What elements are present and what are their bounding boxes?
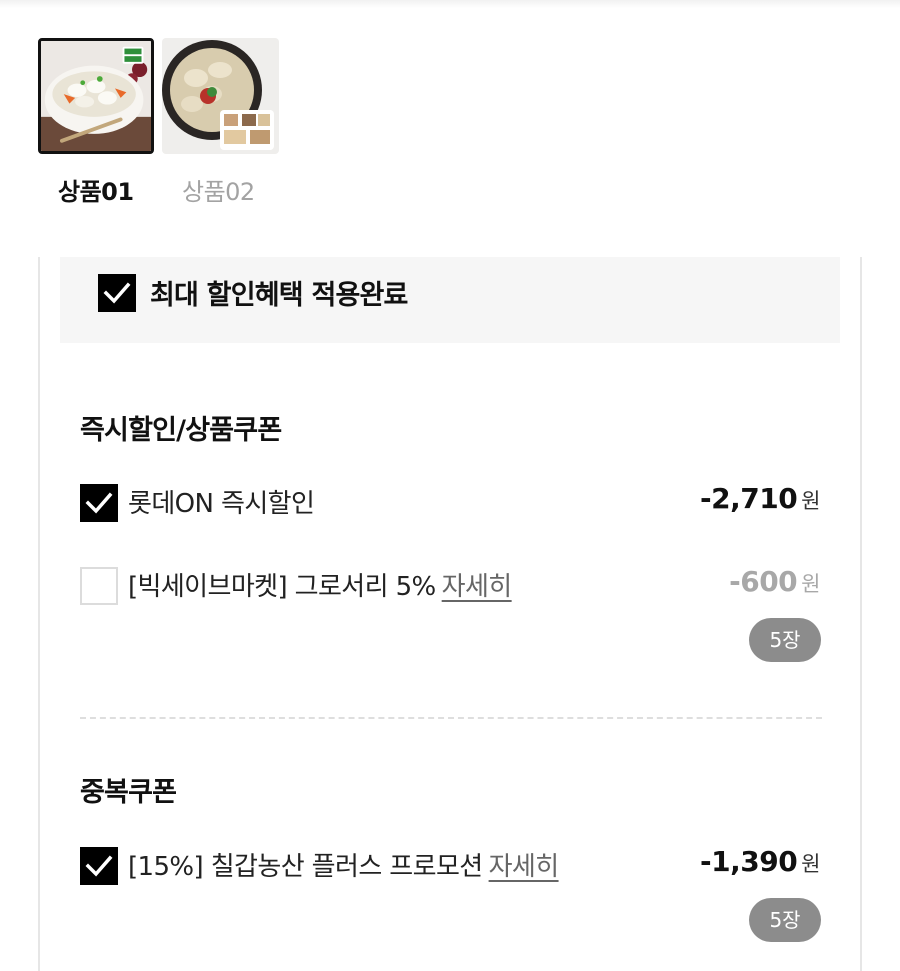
amount-unit: 원 — [801, 489, 820, 513]
coupon-name: [빅세이브마켓] 그로서리 5% — [128, 572, 436, 602]
max-discount-label: 최대 할인혜택 적용완료 — [150, 280, 408, 311]
top-divider — [0, 0, 900, 8]
coupon-page: 상품01 상품02 최대 할인혜택 적용완료 즉시할인/상품쿠폰 롯데ON 즉시… — [0, 0, 900, 971]
checkmark-icon — [85, 492, 113, 514]
coupon-detail-link[interactable]: 자세히 — [489, 852, 560, 882]
section-title-duplicate-coupon: 중복쿠폰 — [80, 777, 177, 808]
amount-value: -2,710 — [699, 482, 798, 515]
amount-unit: 원 — [801, 572, 820, 596]
coupon-label-lotteon: 롯데ON 즉시할인 — [128, 483, 315, 520]
section-title-instant-discount: 즉시할인/상품쿠폰 — [80, 415, 282, 446]
coupon-checkbox-grocery[interactable] — [80, 567, 118, 605]
coupon-checkbox-chilgap[interactable] — [80, 847, 118, 885]
product-label-2[interactable]: 상품02 — [182, 172, 255, 207]
coupon-amount-grocery: -600 원 — [729, 565, 820, 598]
product-thumbnail-1[interactable] — [38, 38, 154, 154]
max-discount-checkbox[interactable] — [98, 274, 136, 312]
coupon-label-grocery: [빅세이브마켓] 그로서리 5% 자세히 — [128, 566, 512, 603]
checkmark-icon — [103, 282, 131, 304]
checkmark-icon — [85, 855, 113, 877]
amount-unit: 원 — [801, 852, 820, 876]
coupon-checkbox-lotteon[interactable] — [80, 484, 118, 522]
dumpling-soup-bowl-photo-icon — [41, 41, 151, 151]
coupon-label-chilgap: [15%] 칠갑농산 플러스 프로모션 자세히 — [128, 846, 559, 883]
coupon-name: 롯데ON 즉시할인 — [128, 489, 315, 519]
amount-value: -1,390 — [699, 845, 798, 878]
coupon-count-badge[interactable]: 5장 — [749, 618, 821, 662]
coupon-amount-lotteon: -2,710 원 — [699, 482, 821, 515]
amount-value: -600 — [729, 565, 798, 598]
coupon-name: [15%] 칠갑농산 플러스 프로모션 — [128, 852, 483, 882]
product-label-1[interactable]: 상품01 — [58, 172, 134, 207]
product-thumbnail-2[interactable] — [162, 38, 279, 154]
section-divider — [80, 717, 822, 719]
coupon-amount-chilgap: -1,390 원 — [699, 845, 821, 878]
coupon-detail-link[interactable]: 자세히 — [442, 572, 513, 602]
coupon-count-badge[interactable]: 5장 — [749, 898, 821, 942]
dumpling-soup-pot-photo-icon — [162, 38, 279, 154]
